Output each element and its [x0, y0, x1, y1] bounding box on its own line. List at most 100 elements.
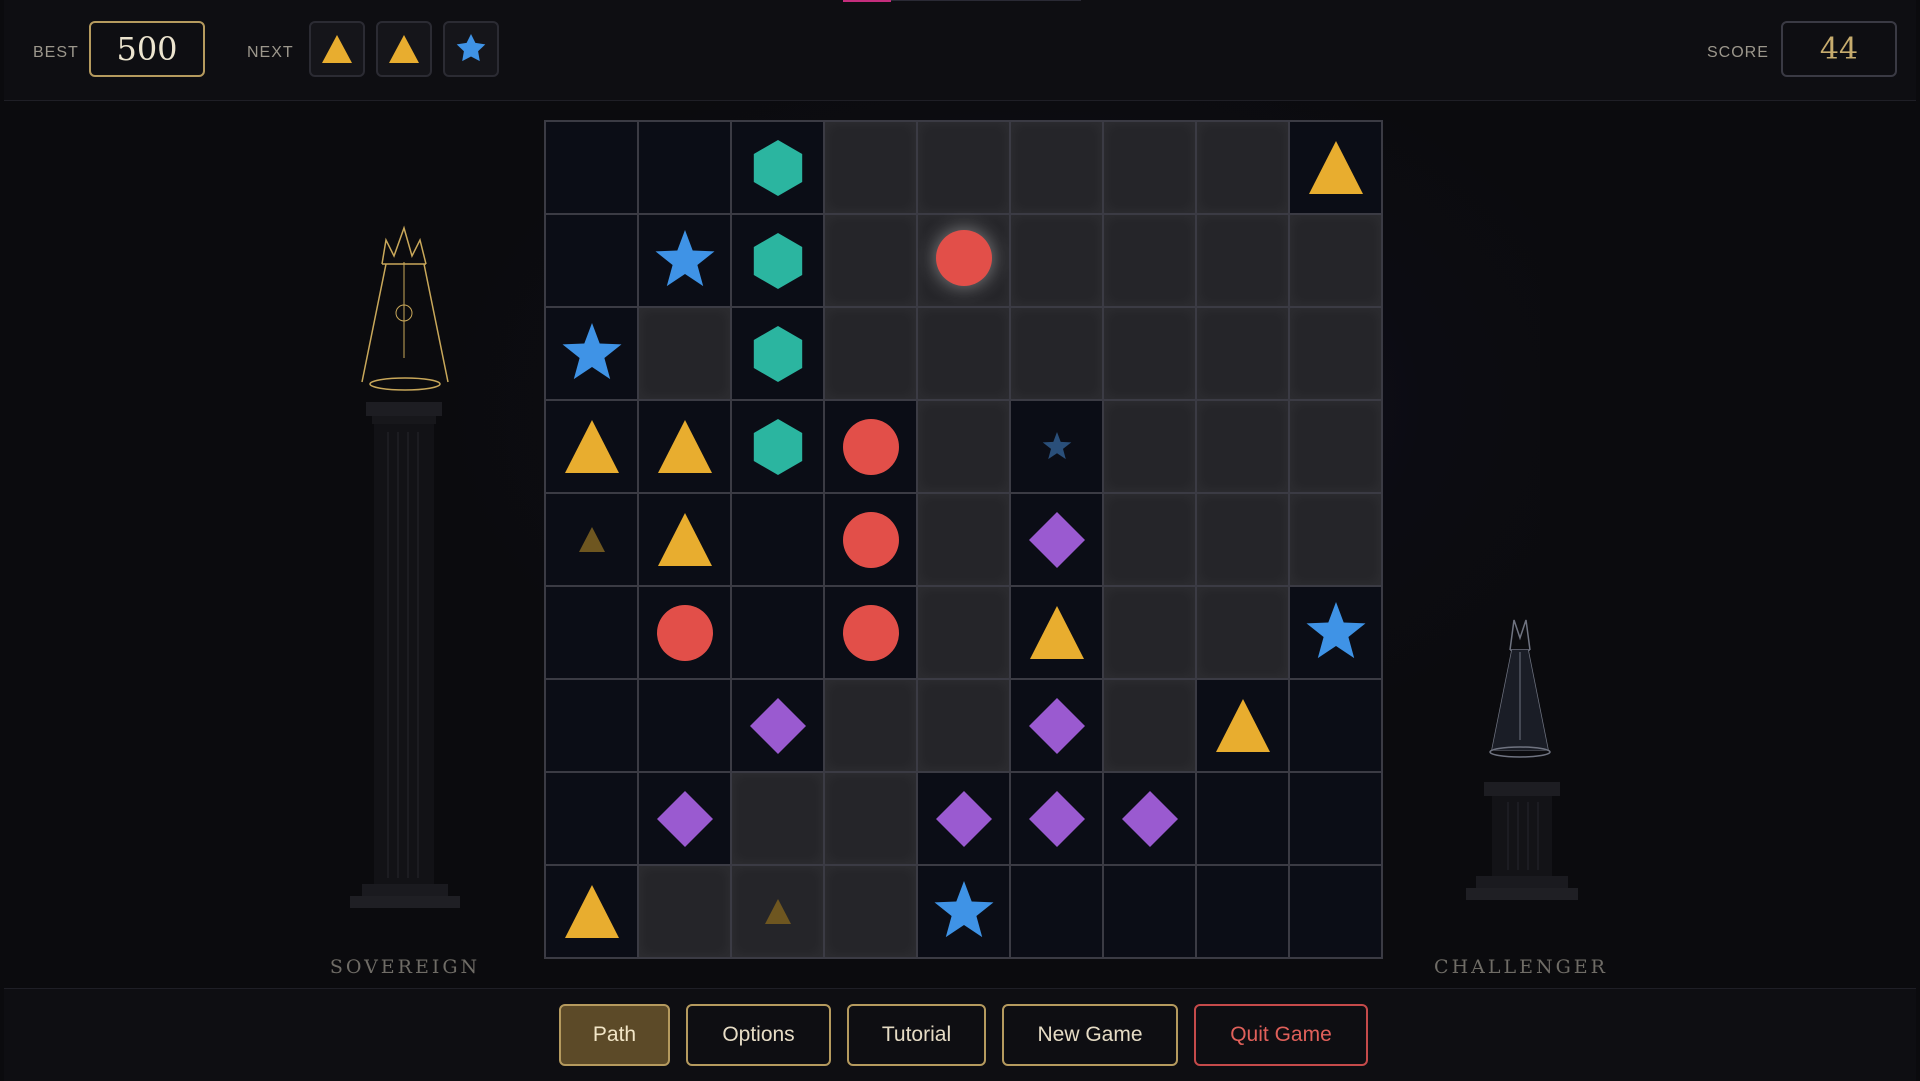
circle-piece[interactable] [841, 510, 901, 570]
board-cell[interactable] [917, 307, 1010, 400]
board-cell[interactable] [1010, 493, 1103, 586]
diamond-piece[interactable] [748, 696, 808, 756]
board-cell[interactable] [638, 772, 731, 865]
triangle-piece[interactable] [562, 882, 622, 942]
board-cell[interactable] [1289, 121, 1382, 214]
board-cell[interactable] [1196, 400, 1289, 493]
board-cell[interactable] [731, 586, 824, 679]
board-cell[interactable] [1103, 214, 1196, 307]
board-cell[interactable] [545, 121, 638, 214]
board-cell[interactable] [1103, 121, 1196, 214]
board-cell[interactable] [917, 214, 1010, 307]
diamond-piece[interactable] [655, 789, 715, 849]
board-cell[interactable] [824, 307, 917, 400]
new-game-button[interactable]: New Game [1002, 1004, 1178, 1066]
board-cell[interactable] [1103, 865, 1196, 958]
board-cell[interactable] [824, 586, 917, 679]
small-star-piece[interactable] [1040, 430, 1074, 464]
board-cell[interactable] [1289, 679, 1382, 772]
board-cell[interactable] [917, 679, 1010, 772]
board-cell[interactable] [731, 865, 824, 958]
hexagon-piece[interactable] [748, 138, 808, 198]
board-cell[interactable] [1010, 865, 1103, 958]
board-cell[interactable] [1196, 586, 1289, 679]
board-cell[interactable] [824, 214, 917, 307]
board-cell[interactable] [638, 679, 731, 772]
tutorial-button[interactable]: Tutorial [847, 1004, 986, 1066]
board-cell[interactable] [1289, 772, 1382, 865]
triangle-piece[interactable] [1213, 696, 1273, 756]
board-cell[interactable] [1196, 307, 1289, 400]
board-cell[interactable] [824, 493, 917, 586]
board-cell[interactable] [1103, 307, 1196, 400]
board-cell[interactable] [638, 493, 731, 586]
board-cell[interactable] [1196, 865, 1289, 958]
diamond-piece[interactable] [934, 789, 994, 849]
board-cell[interactable] [1289, 214, 1382, 307]
board-cell[interactable] [638, 121, 731, 214]
board-cell[interactable] [731, 400, 824, 493]
board-cell[interactable] [1196, 772, 1289, 865]
board-cell[interactable] [1196, 121, 1289, 214]
star-piece[interactable] [931, 879, 997, 945]
board-cell[interactable] [545, 493, 638, 586]
board-cell[interactable] [1289, 586, 1382, 679]
board-cell[interactable] [824, 865, 917, 958]
board-cell[interactable] [545, 307, 638, 400]
triangle-piece[interactable] [1306, 138, 1366, 198]
board-cell[interactable] [638, 307, 731, 400]
board-cell[interactable] [1103, 772, 1196, 865]
hexagon-piece[interactable] [748, 231, 808, 291]
board-cell[interactable] [917, 400, 1010, 493]
diamond-piece[interactable] [1027, 510, 1087, 570]
board-cell[interactable] [545, 772, 638, 865]
board-cell[interactable] [1010, 121, 1103, 214]
board-cell[interactable] [1010, 214, 1103, 307]
board-cell[interactable] [824, 400, 917, 493]
triangle-piece[interactable] [655, 510, 715, 570]
board-cell[interactable] [1103, 586, 1196, 679]
board-cell[interactable] [1010, 586, 1103, 679]
circle-piece[interactable] [841, 603, 901, 663]
circle-piece[interactable] [655, 603, 715, 663]
board-cell[interactable] [1103, 400, 1196, 493]
circle-piece[interactable] [841, 417, 901, 477]
board-cell[interactable] [917, 772, 1010, 865]
board-cell[interactable] [824, 121, 917, 214]
board-cell[interactable] [731, 307, 824, 400]
board-cell[interactable] [1289, 865, 1382, 958]
board-cell[interactable] [1196, 493, 1289, 586]
board-cell[interactable] [1289, 400, 1382, 493]
board-cell[interactable] [638, 586, 731, 679]
board-cell[interactable] [638, 214, 731, 307]
board-cell[interactable] [731, 214, 824, 307]
board-cell[interactable] [1103, 679, 1196, 772]
triangle-piece[interactable] [562, 417, 622, 477]
board-cell[interactable] [545, 679, 638, 772]
board-cell[interactable] [917, 121, 1010, 214]
board-cell[interactable] [1010, 307, 1103, 400]
small-triangle-piece[interactable] [577, 525, 607, 555]
board-cell[interactable] [1289, 493, 1382, 586]
quit-game-button[interactable]: Quit Game [1194, 1004, 1368, 1066]
board-cell[interactable] [731, 121, 824, 214]
triangle-piece[interactable] [655, 417, 715, 477]
board-cell[interactable] [1289, 307, 1382, 400]
board-cell[interactable] [1010, 400, 1103, 493]
board-cell[interactable] [1010, 772, 1103, 865]
board-cell[interactable] [545, 400, 638, 493]
board-cell[interactable] [638, 400, 731, 493]
selected-circle-piece[interactable] [932, 229, 996, 293]
board-cell[interactable] [917, 865, 1010, 958]
triangle-piece[interactable] [1027, 603, 1087, 663]
board-cell[interactable] [638, 865, 731, 958]
board-cell[interactable] [731, 493, 824, 586]
path-button[interactable]: Path [559, 1004, 670, 1066]
hexagon-piece[interactable] [748, 417, 808, 477]
board-cell[interactable] [545, 586, 638, 679]
board-cell[interactable] [1196, 679, 1289, 772]
board-cell[interactable] [917, 586, 1010, 679]
board-cell[interactable] [1103, 493, 1196, 586]
board-cell[interactable] [1010, 679, 1103, 772]
board-cell[interactable] [917, 493, 1010, 586]
